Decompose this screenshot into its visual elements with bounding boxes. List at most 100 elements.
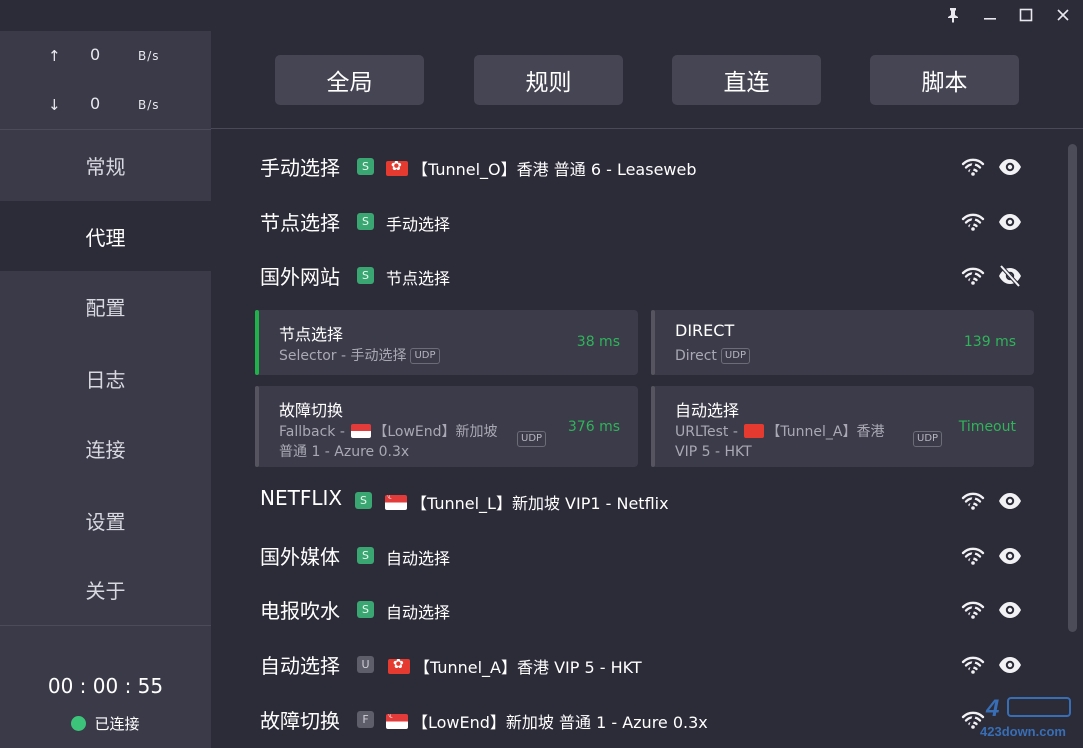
eye-icon[interactable] [997, 154, 1023, 180]
eye-icon[interactable] [997, 597, 1023, 623]
proxy-latency[interactable]: 38 ms [577, 334, 620, 350]
group-current-proxy: 【Tunnel_L】新加坡 VIP1 - Netflix [385, 490, 669, 514]
group-type-badge: F [357, 711, 374, 728]
group-type-badge: S [355, 492, 372, 509]
group-name: 手动选择 [260, 156, 340, 180]
proxy-type: Selector [279, 348, 337, 364]
group-type-badge: S [357, 547, 374, 564]
proxy-group-row[interactable]: 国外媒体 S 自动选择 [211, 529, 1061, 583]
connected-dot-icon [71, 716, 87, 731]
latency-test-icon[interactable] [960, 543, 986, 569]
selected-indicator [255, 310, 259, 375]
group-type-badge: S [357, 158, 374, 175]
group-name: NETFLIX [260, 486, 343, 510]
group-current-proxy: 【Tunnel_O】香港 普通 6 - Leaseweb [386, 156, 697, 180]
proxy-card[interactable]: 自动选择 URLTest - 【Tunnel_A】香港 VIP 5 - HKT U… [651, 386, 1034, 467]
sidebar-divider-bottom [0, 625, 211, 626]
latency-test-icon[interactable] [960, 652, 986, 678]
proxy-card-subtitle: Selector - 手动选择 UDP [279, 346, 440, 366]
nav-item-settings[interactable]: 设置 [0, 485, 211, 555]
proxy-card[interactable]: DIRECT Direct UDP 139 ms [651, 310, 1034, 375]
udp-badge: UDP [410, 348, 440, 364]
group-type-badge: S [357, 213, 374, 230]
proxy-group-row[interactable]: 手动选择 S 【Tunnel_O】香港 普通 6 - Leaseweb [211, 140, 1061, 194]
group-name: 国外网站 [260, 265, 340, 289]
nav-item-connections[interactable]: 连接 [0, 413, 211, 483]
latency-test-icon[interactable] [960, 209, 986, 235]
current-proxy-label: 【LowEnd】新加坡 普通 1 - Azure 0.3x [412, 713, 708, 732]
latency-test-icon[interactable] [960, 488, 986, 514]
connection-label: 已连接 [94, 715, 140, 733]
udp-badge: UDP [913, 431, 943, 447]
nav-item-general[interactable]: 常规 [0, 130, 211, 200]
nav-item-logs[interactable]: 日志 [0, 343, 211, 413]
traffic-panel: ↑ 0 B/s ↓ 0 B/s [0, 31, 211, 129]
eye-off-icon[interactable] [997, 263, 1023, 289]
download-arrow-icon: ↓ [48, 96, 61, 114]
group-current-proxy: 手动选择 [386, 211, 450, 235]
maximize-icon[interactable] [1013, 4, 1039, 26]
upload-unit: B/s [138, 49, 160, 63]
sg-flag-icon [351, 424, 372, 438]
card-indicator [255, 386, 259, 467]
proxy-detail: 【Tunnel_A】香港 [766, 424, 885, 440]
mode-rule-button[interactable]: 规则 [474, 55, 623, 105]
minimize-icon[interactable] [977, 4, 1003, 26]
list-scrollbar[interactable] [1068, 144, 1077, 632]
proxy-card-title: 节点选择 [279, 325, 344, 344]
proxy-group-row[interactable]: 自动选择 U 【Tunnel_A】香港 VIP 5 - HKT [211, 638, 1061, 692]
group-current-proxy: 【LowEnd】新加坡 普通 1 - Azure 0.3x [386, 709, 708, 733]
hk-flag-icon [744, 424, 765, 438]
title-bar [0, 0, 1083, 31]
proxy-card-title: DIRECT [675, 321, 735, 340]
group-type-badge: S [357, 267, 374, 284]
group-name: 自动选择 [260, 654, 340, 678]
latency-test-icon[interactable] [960, 597, 986, 623]
current-proxy-label: 自动选择 [386, 549, 451, 568]
proxy-latency[interactable]: 376 ms [568, 419, 620, 435]
proxy-group-row[interactable]: 节点选择 S 手动选择 [211, 195, 1061, 249]
group-name: 国外媒体 [260, 545, 340, 569]
mode-script-button[interactable]: 脚本 [870, 55, 1019, 105]
separator: - [728, 424, 743, 440]
group-current-proxy: 【Tunnel_A】香港 VIP 5 - HKT [388, 654, 642, 678]
eye-icon[interactable] [997, 652, 1023, 678]
group-current-proxy: 自动选择 [386, 545, 450, 569]
proxy-card-title: 故障切换 [279, 401, 344, 420]
nav-item-profiles[interactable]: 配置 [0, 271, 211, 341]
current-proxy-label: 【Tunnel_L】新加坡 VIP1 - Netflix [411, 494, 669, 513]
proxy-group-row[interactable]: 故障切换 F 【LowEnd】新加坡 普通 1 - Azure 0.3x [211, 693, 1061, 747]
proxy-type: Direct [675, 348, 717, 364]
close-icon[interactable] [1050, 4, 1076, 26]
proxy-group-row[interactable]: 国外网站 S 节点选择 [211, 249, 1061, 303]
eye-icon[interactable] [997, 209, 1023, 235]
proxy-latency[interactable]: Timeout [959, 419, 1016, 435]
proxy-group-row[interactable]: NETFLIX S 【Tunnel_L】新加坡 VIP1 - Netflix [211, 474, 1061, 528]
proxy-card[interactable]: 故障切换 Fallback - 【LowEnd】新加坡 普通 1 - Azure … [255, 386, 638, 467]
proxy-detail-line2: 普通 1 - Azure 0.3x [279, 444, 410, 460]
nav-item-proxy[interactable]: 代理 [0, 201, 211, 271]
proxy-detail-line2: VIP 5 - HKT [675, 444, 752, 460]
nav-item-about[interactable]: 关于 [0, 554, 211, 624]
proxy-latency[interactable]: 139 ms [964, 334, 1016, 350]
proxy-detail: 【LowEnd】新加坡 [373, 424, 498, 440]
card-indicator [651, 386, 655, 467]
latency-test-icon[interactable] [960, 154, 986, 180]
proxy-card-title: 自动选择 [675, 401, 740, 420]
watermark-text: 423down.com [980, 724, 1066, 739]
group-type-badge: S [357, 601, 374, 618]
download-speed: ↓ 0 B/s [0, 94, 211, 118]
pin-icon[interactable] [940, 4, 966, 26]
eye-icon[interactable] [997, 488, 1023, 514]
latency-test-icon[interactable] [960, 263, 986, 289]
group-type-badge: U [357, 656, 374, 673]
mode-global-button[interactable]: 全局 [275, 55, 424, 105]
current-proxy-label: 【Tunnel_A】香港 VIP 5 - HKT [414, 658, 642, 677]
download-value: 0 [90, 94, 101, 113]
proxy-card[interactable]: 节点选择 Selector - 手动选择 UDP 38 ms [255, 310, 638, 375]
watermark-logo: 4 423down.com [980, 695, 1071, 739]
mode-direct-button[interactable]: 直连 [672, 55, 821, 105]
proxy-group-row[interactable]: 电报吹水 S 自动选择 [211, 583, 1061, 637]
eye-icon[interactable] [997, 543, 1023, 569]
group-current-proxy: 自动选择 [386, 599, 450, 623]
